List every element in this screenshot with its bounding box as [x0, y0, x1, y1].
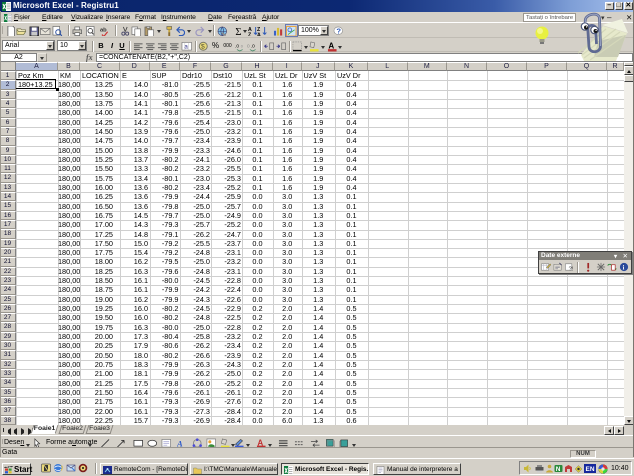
svg-text:a: a: [184, 44, 188, 51]
svg-text:N: N: [556, 466, 561, 473]
svg-text:?: ?: [336, 26, 341, 35]
svg-text:A: A: [257, 32, 261, 36]
svg-text:$: $: [201, 44, 205, 51]
svg-text:0: 0: [240, 45, 242, 49]
svg-text:Σ: Σ: [235, 27, 241, 36]
svg-text:.0: .0: [235, 44, 239, 50]
svg-text:.0: .0: [250, 44, 254, 50]
svg-text:Z: Z: [248, 32, 252, 36]
svg-text:?!: ?!: [569, 267, 574, 272]
svg-text:EN: EN: [586, 466, 595, 473]
svg-text:i: i: [623, 265, 625, 272]
svg-text:0: 0: [247, 44, 250, 50]
